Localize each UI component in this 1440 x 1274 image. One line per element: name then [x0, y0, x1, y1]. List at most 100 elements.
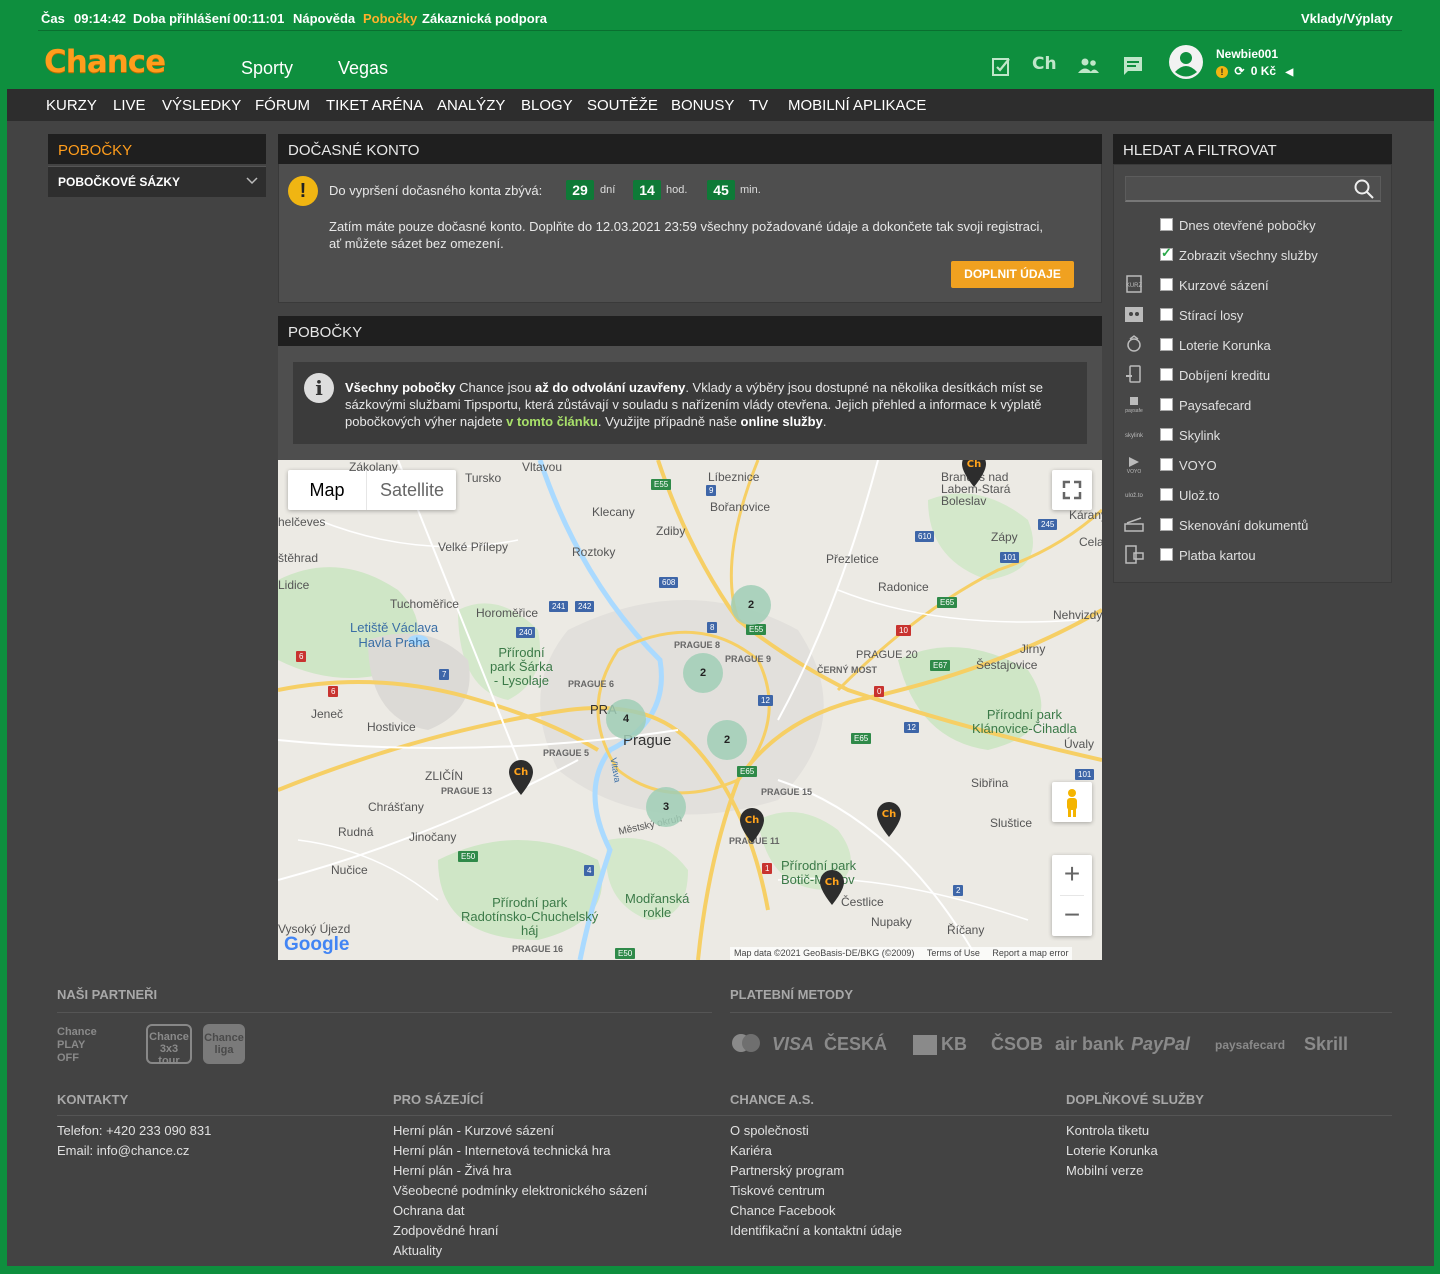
footer-link[interactable]: Aktuality [393, 1243, 442, 1258]
avatar[interactable] [1168, 44, 1204, 80]
filter-row[interactable]: Dnes otevřené pobočky [1122, 210, 1384, 240]
refresh-icon[interactable]: ⟳ [1234, 64, 1244, 78]
filter-checkbox[interactable] [1160, 368, 1173, 381]
filter-row[interactable]: Loterie Korunka [1122, 330, 1384, 360]
nav-analyzy[interactable]: ANALÝZY [437, 97, 505, 114]
report-error-link[interactable]: Report a map error [992, 948, 1068, 958]
filter-row[interactable]: Platba kartou [1122, 540, 1384, 570]
filter-checkbox[interactable] [1160, 338, 1173, 351]
map-type-map-button[interactable]: Map [288, 470, 366, 510]
filter-checkbox[interactable] [1160, 488, 1173, 501]
article-link[interactable]: v tomto článku [506, 414, 598, 429]
filter-row[interactable]: paysafe Paysafecard [1122, 390, 1384, 420]
footer-link[interactable]: Herní plán - Internetová technická hra [393, 1143, 611, 1158]
nav-forum[interactable]: FÓRUM [255, 97, 310, 114]
footer-link[interactable]: Kariéra [730, 1143, 772, 1158]
map-type-satellite-button[interactable]: Satellite [366, 470, 457, 510]
map-label: Chrášťany [368, 800, 424, 814]
nav-blogy[interactable]: BLOGY [521, 97, 573, 114]
countdown-hours-unit: hod. [666, 184, 688, 196]
map-cluster[interactable]: 4 [606, 699, 646, 739]
branch-pin[interactable]: Ch [739, 808, 765, 844]
deposits-link[interactable]: Vklady/Výplaty [1301, 11, 1393, 26]
nav-mobile-app[interactable]: MOBILNÍ APLIKACE [788, 97, 926, 114]
username[interactable]: Newbie001 [1216, 47, 1278, 61]
footer-link[interactable]: Herní plán - Kurzové sázení [393, 1123, 554, 1138]
footer-link[interactable]: Všeobecné podmínky elektronického sázení [393, 1183, 647, 1198]
filter-checkbox[interactable] [1160, 548, 1173, 561]
fill-details-button[interactable]: DOPLNIT ÚDAJE [951, 261, 1074, 288]
nav-vegas[interactable]: Vegas [338, 58, 388, 79]
map-cluster[interactable]: 2 [707, 720, 747, 760]
partner-3x3-tour-logo[interactable]: Chance 3x3 tour [146, 1024, 192, 1067]
branch-pin[interactable]: Ch [961, 460, 987, 488]
filter-checkbox[interactable] [1160, 398, 1173, 411]
zoom-out-button[interactable]: − [1052, 896, 1092, 936]
support-link[interactable]: Zákaznická podpora [422, 11, 547, 26]
nav-sporty[interactable]: Sporty [241, 58, 293, 79]
zoom-in-button[interactable]: + [1052, 855, 1092, 895]
ticket-check-icon[interactable] [990, 54, 1014, 78]
filter-row[interactable]: skylink Skylink [1122, 420, 1384, 450]
search-input[interactable] [1125, 176, 1381, 202]
partner-chance-playoff-logo[interactable]: Chance PLAY OFF [57, 1026, 109, 1064]
nav-vysledky[interactable]: VÝSLEDKY [162, 97, 241, 114]
search-icon[interactable] [1354, 179, 1374, 199]
google-logo: Google [284, 934, 350, 955]
filter-row[interactable]: KURZ Kurzové sázení [1122, 270, 1384, 300]
branch-bets-item[interactable]: POBOČKOVÉ SÁZKY [48, 166, 266, 197]
chance-logo[interactable]: Chance [44, 44, 166, 80]
terms-link[interactable]: Terms of Use [927, 948, 980, 958]
filter-row[interactable]: Stírací losy [1122, 300, 1384, 330]
help-link[interactable]: Nápověda [293, 11, 355, 26]
branch-pin[interactable]: Ch [508, 760, 534, 796]
filter-row[interactable]: Zobrazit všechny služby [1122, 240, 1384, 270]
filter-row[interactable]: VOYO VOYO [1122, 450, 1384, 480]
caret-left-icon[interactable]: ◀ [1285, 67, 1293, 78]
footer-link[interactable]: Kontrola tiketu [1066, 1123, 1149, 1138]
footer-link[interactable]: Loterie Korunka [1066, 1143, 1158, 1158]
branch-pin[interactable]: Ch [876, 802, 902, 838]
map-cluster[interactable]: 2 [731, 585, 771, 625]
branch-pin[interactable]: Ch [819, 870, 845, 906]
nav-tiket-arena[interactable]: TIKET ARÉNA [326, 97, 423, 114]
filter-row[interactable]: ulož.to Ulož.to [1122, 480, 1384, 510]
map-label: Lidice [278, 578, 310, 592]
map-label: Nučice [331, 863, 368, 877]
footer-link[interactable]: Tiskové centrum [730, 1183, 825, 1198]
footer-link[interactable]: Ochrana dat [393, 1203, 465, 1218]
filter-checkbox[interactable] [1160, 308, 1173, 321]
footer-link[interactable]: Herní plán - Živá hra [393, 1163, 512, 1178]
map-cluster[interactable]: 3 [646, 787, 686, 827]
fullscreen-button[interactable] [1052, 470, 1092, 510]
card-terminal-icon [1125, 545, 1144, 564]
nav-kurzy[interactable]: KURZY [46, 97, 97, 114]
nav-souteze[interactable]: SOUTĚŽE [587, 97, 658, 114]
chance-icon[interactable]: Ch [1032, 54, 1057, 74]
footer-link[interactable]: Chance Facebook [730, 1203, 836, 1218]
filter-checkbox[interactable] [1160, 518, 1173, 531]
branches-link[interactable]: Pobočky [363, 11, 417, 26]
nav-tv[interactable]: TV [749, 97, 768, 114]
map-cluster[interactable]: 2 [683, 653, 723, 693]
footer-link[interactable]: Identifikační a kontaktní údaje [730, 1223, 902, 1238]
footer-link[interactable]: Zodpovědné hraní [393, 1223, 499, 1238]
street-view-pegman[interactable] [1052, 782, 1092, 822]
footer-link[interactable]: Partnerský program [730, 1163, 844, 1178]
footer-link[interactable]: Mobilní verze [1066, 1163, 1143, 1178]
branches-map[interactable]: Map Satellite + − Zákolany Vltavou Líbez… [278, 460, 1102, 960]
filter-checkbox[interactable] [1160, 458, 1173, 471]
partner-chance-liga-logo[interactable]: Chance liga [203, 1024, 245, 1064]
filter-checkbox[interactable] [1160, 428, 1173, 441]
messages-icon[interactable] [1121, 54, 1145, 78]
nav-bonusy[interactable]: BONUSY [671, 97, 734, 114]
filter-checkbox[interactable] [1160, 278, 1173, 291]
filter-row[interactable]: Skenování dokumentů [1122, 510, 1384, 540]
filter-checkbox[interactable] [1160, 218, 1173, 231]
footer-link[interactable]: O společnosti [730, 1123, 809, 1138]
filter-checkbox[interactable] [1160, 245, 1173, 261]
friends-icon[interactable] [1076, 54, 1100, 78]
nav-live[interactable]: LIVE [113, 97, 146, 114]
online-services-link[interactable]: online služby [741, 414, 823, 429]
filter-row[interactable]: Dobíjení kreditu [1122, 360, 1384, 390]
